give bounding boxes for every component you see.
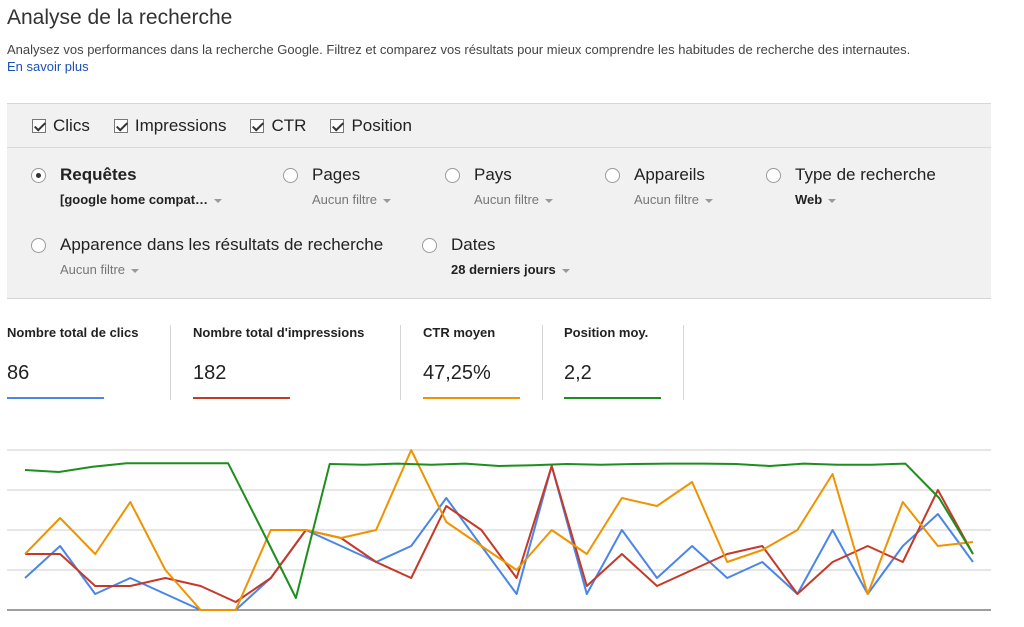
stat-label: Position moy.: [564, 325, 649, 340]
stat-value: 86: [7, 362, 30, 384]
divider: [542, 325, 543, 400]
caret-down-icon: [561, 268, 570, 273]
stat-label: CTR moyen: [423, 325, 496, 340]
stat-value: 182: [193, 362, 227, 384]
divider: [683, 325, 684, 400]
dimension-filter-dropdown[interactable]: Aucun filtre: [60, 262, 140, 277]
dimension-label: Pays: [474, 165, 512, 184]
metric-ctr-checkbox[interactable]: CTR: [250, 116, 306, 136]
radio-icon[interactable]: [766, 168, 781, 183]
page-description: Analysez vos performances dans la recher…: [7, 42, 911, 57]
performance-line-chart: [7, 449, 991, 611]
caret-down-icon: [828, 198, 837, 203]
chart-grid: [7, 449, 991, 611]
checkbox-checked-icon: [32, 118, 46, 133]
checkbox-checked-icon: [113, 118, 128, 133]
stat-value: 2,2: [564, 362, 592, 384]
caret-down-icon: [131, 268, 140, 273]
divider: [400, 325, 401, 400]
page-title: Analyse de la recherche: [7, 6, 233, 29]
dimension-filter-dropdown[interactable]: 28 derniers jours: [451, 262, 570, 277]
learn-more-link[interactable]: En savoir plus: [7, 59, 89, 74]
radio-icon[interactable]: [422, 238, 437, 253]
stat-color-bar: [423, 397, 520, 399]
dimension-label: Type de recherche: [795, 165, 936, 184]
dimension-label: Dates: [451, 235, 496, 254]
radio-selected-icon[interactable]: [31, 168, 46, 183]
radio-icon[interactable]: [445, 168, 460, 183]
stat-color-bar: [7, 397, 104, 399]
checkbox-checked-icon: [330, 118, 345, 133]
dimension-label: Appareils: [634, 165, 705, 184]
dimension-filter-dropdown[interactable]: Web: [795, 192, 837, 207]
stat-label: Nombre total d'impressions: [193, 325, 365, 340]
dimension-label: Apparence dans les résultats de recherch…: [60, 235, 384, 254]
dimension-label: Requêtes: [60, 165, 137, 184]
metric-position-checkbox[interactable]: Position: [330, 115, 412, 136]
caret-down-icon: [705, 198, 714, 203]
dimension-filter-dropdown[interactable]: Aucun filtre: [312, 192, 392, 207]
dimension-label: Pages: [312, 165, 361, 184]
radio-icon[interactable]: [31, 238, 46, 253]
caret-down-icon: [214, 198, 223, 203]
caret-down-icon: [545, 198, 554, 203]
stat-value: 47,25%: [423, 362, 491, 384]
metric-label: CTR: [271, 115, 307, 135]
radio-icon[interactable]: [605, 168, 620, 183]
metric-impressions-checkbox[interactable]: Impressions: [113, 115, 227, 136]
stat-color-bar: [193, 397, 290, 399]
stat-label: Nombre total de clics: [7, 325, 139, 340]
dimension-filter-dropdown[interactable]: Aucun filtre: [474, 192, 554, 207]
radio-icon[interactable]: [283, 168, 298, 183]
checkbox-checked-icon: [250, 118, 265, 133]
divider: [170, 325, 171, 400]
filter-panel: Clics Impressions CTR Position Requêtes …: [7, 103, 991, 299]
metric-label: Clics: [53, 115, 90, 135]
stat-color-bar: [564, 397, 661, 399]
metric-clics-checkbox[interactable]: Clics: [32, 116, 90, 136]
metric-label: Position: [351, 115, 412, 135]
metric-selector: Clics Impressions CTR Position: [7, 104, 991, 148]
dimension-filter-dropdown[interactable]: Aucun filtre: [634, 192, 714, 207]
metric-label: Impressions: [134, 115, 227, 135]
series-line-0: [24, 465, 974, 611]
dimension-filter-dropdown[interactable]: [google home compat…: [60, 192, 223, 207]
caret-down-icon: [383, 198, 392, 203]
